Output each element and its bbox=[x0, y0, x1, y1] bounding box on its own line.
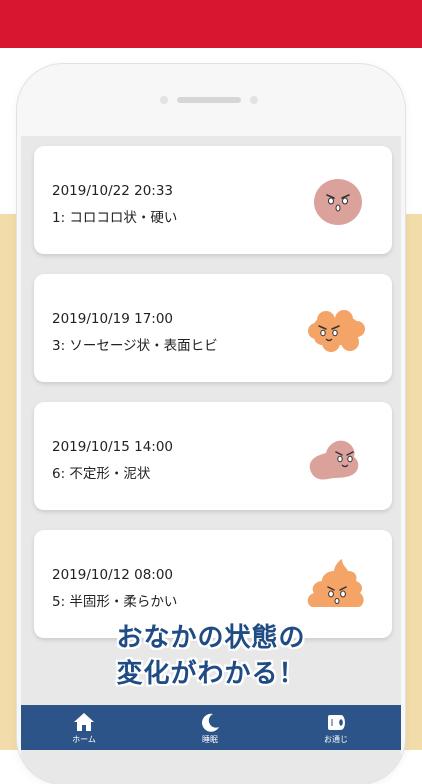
phone-speaker bbox=[177, 97, 241, 103]
tab-label: ホーム bbox=[72, 735, 96, 744]
entry-datetime: 2019/10/12 08:00 bbox=[52, 567, 174, 583]
hard-lumps-stool-icon bbox=[314, 179, 362, 225]
tab-label: 睡眠 bbox=[202, 735, 218, 744]
bottom-tab-bar: ホーム 睡眠 お通じ bbox=[21, 705, 401, 750]
tab-label: お通じ bbox=[324, 735, 348, 744]
entry-description: 1: コロコロ状・硬い bbox=[52, 210, 178, 226]
entry-description: 5: 半固形・柔らかい bbox=[52, 594, 178, 610]
cracked-sausage-stool-icon bbox=[308, 310, 365, 352]
entry-datetime: 2019/10/22 20:33 bbox=[52, 183, 174, 199]
soft-blob-stool-icon bbox=[307, 559, 364, 607]
entry-description: 3: ソーセージ状・表面ヒビ bbox=[52, 338, 218, 354]
entry-datetime: 2019/10/15 14:00 bbox=[52, 439, 174, 455]
toilet-paper-icon bbox=[328, 715, 345, 730]
entry-datetime: 2019/10/19 17:00 bbox=[52, 311, 174, 327]
top-red-bar bbox=[0, 0, 422, 48]
tab-sleep[interactable]: 睡眠 bbox=[147, 705, 273, 750]
sensor-dot bbox=[160, 96, 168, 104]
entry-description: 6: 不定形・泥状 bbox=[52, 466, 151, 482]
moon-icon bbox=[202, 713, 219, 732]
tab-home[interactable]: ホーム bbox=[21, 705, 147, 750]
mushy-stool-icon bbox=[309, 440, 359, 480]
tab-bowel[interactable]: お通じ bbox=[273, 705, 399, 750]
camera-dot bbox=[250, 96, 258, 104]
home-icon bbox=[74, 713, 94, 731]
list-item[interactable]: 2019/10/22 20:33 1: コロコロ状・硬い bbox=[34, 146, 392, 254]
promo-headline: おなかの状態の 変化がわかる！ bbox=[0, 620, 422, 692]
list-item[interactable]: 2019/10/19 17:00 3: ソーセージ状・表面ヒビ bbox=[34, 274, 392, 382]
headline-line-2: 変化がわかる！ bbox=[116, 659, 306, 689]
headline-line-1: おなかの状態の bbox=[116, 623, 306, 653]
list-item[interactable]: 2019/10/15 14:00 6: 不定形・泥状 bbox=[34, 402, 392, 510]
